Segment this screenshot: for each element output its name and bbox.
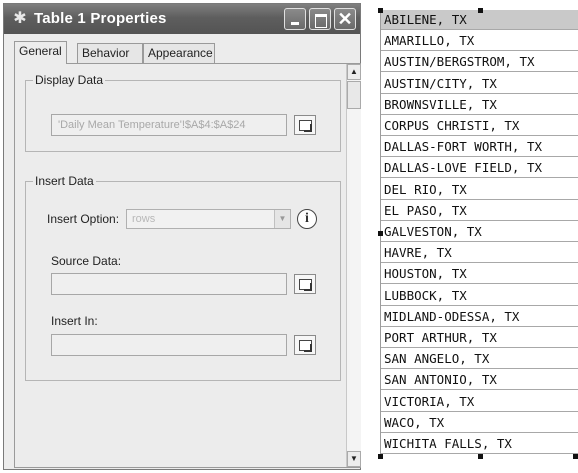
selection-handle-top-left[interactable]	[378, 8, 383, 13]
minimize-button[interactable]	[284, 8, 306, 30]
table-row[interactable]: VICTORIA, TX	[381, 392, 578, 412]
table-row[interactable]: DEL RIO, TX	[381, 180, 578, 200]
table-row[interactable]: GALVESTON, TX	[381, 222, 578, 242]
table-row[interactable]: AMARILLO, TX	[381, 31, 578, 52]
display-data-range-picker-icon[interactable]	[294, 115, 316, 135]
chevron-down-icon[interactable]: ▼	[274, 210, 290, 228]
insert-in-range-picker-icon[interactable]	[294, 335, 316, 355]
window-title: Table 1 Properties	[34, 10, 167, 27]
general-panel: Display Data 'Daily Mean Temperature'!$A…	[14, 63, 361, 468]
table-row[interactable]: LUBBOCK, TX	[381, 286, 578, 306]
display-data-field[interactable]: 'Daily Mean Temperature'!$A$4:$A$24	[51, 114, 287, 136]
insert-data-label: Insert Data	[33, 174, 96, 188]
table-row[interactable]: AUSTIN/CITY, TX	[381, 74, 578, 94]
display-data-group: Display Data 'Daily Mean Temperature'!$A…	[25, 73, 341, 152]
source-data-label: Source Data:	[51, 254, 122, 268]
info-icon[interactable]: i	[297, 209, 317, 229]
table-row[interactable]: WICHITA FALLS, TX	[381, 434, 578, 454]
selection-handle-top[interactable]	[478, 8, 483, 13]
scroll-thumb[interactable]	[347, 81, 361, 109]
table-row[interactable]: EL PASO, TX	[381, 201, 578, 221]
app-icon: ✱	[13, 10, 27, 27]
table-row[interactable]: MIDLAND-ODESSA, TX	[381, 307, 578, 327]
selection-handle-left[interactable]	[378, 231, 383, 236]
vertical-scrollbar[interactable]: ▲ ▼	[346, 64, 361, 467]
table-row[interactable]: CORPUS CHRISTI, TX	[381, 116, 578, 136]
scroll-down-icon[interactable]: ▼	[347, 451, 361, 467]
insert-option-select[interactable]: rows ▼	[126, 209, 291, 229]
insert-data-group: Insert Data Insert Option: rows ▼ i Sour…	[25, 174, 341, 381]
properties-window: ✱ Table 1 Properties ✕ General Behavior …	[3, 3, 361, 470]
insert-in-label: Insert In:	[51, 314, 98, 328]
title-bar[interactable]: ✱ Table 1 Properties ✕	[4, 4, 360, 34]
scroll-up-icon[interactable]: ▲	[347, 64, 361, 80]
table-row[interactable]: SAN ANGELO, TX	[381, 349, 578, 370]
close-button[interactable]: ✕	[334, 8, 356, 30]
table-row[interactable]: HAVRE, TX	[381, 243, 578, 264]
table-row[interactable]: WACO, TX	[381, 413, 578, 433]
maximize-button[interactable]	[309, 8, 331, 30]
tab-appearance[interactable]: Appearance	[143, 43, 215, 63]
source-data-field[interactable]	[51, 273, 287, 295]
insert-in-field[interactable]	[51, 334, 287, 356]
selection-handle-bottom-right[interactable]	[573, 454, 578, 459]
table-row[interactable]: DALLAS-FORT WORTH, TX	[381, 137, 578, 158]
table-row[interactable]: ABILENE, TX	[381, 10, 578, 30]
table-row[interactable]: HOUSTON, TX	[381, 264, 578, 285]
selection-handle-bottom[interactable]	[478, 454, 483, 459]
table-row[interactable]: SAN ANTONIO, TX	[381, 370, 578, 391]
table-row[interactable]: PORT ARTHUR, TX	[381, 328, 578, 348]
selection-handle-bottom-left[interactable]	[378, 454, 383, 459]
table-row[interactable]: AUSTIN/BERGSTROM, TX	[381, 52, 578, 73]
display-data-label: Display Data	[33, 73, 106, 87]
table-row[interactable]: DALLAS-LOVE FIELD, TX	[381, 158, 578, 179]
tab-behavior[interactable]: Behavior	[77, 43, 143, 63]
insert-option-label: Insert Option:	[47, 212, 120, 226]
insert-option-value: rows	[132, 213, 156, 225]
source-data-range-picker-icon[interactable]	[294, 274, 316, 294]
city-list-table[interactable]: ABILENE, TX AMARILLO, TX AUSTIN/BERGSTROM,…	[380, 10, 578, 456]
table-row[interactable]: BROWNSVILLE, TX	[381, 95, 578, 115]
tab-general[interactable]: General	[14, 41, 67, 64]
